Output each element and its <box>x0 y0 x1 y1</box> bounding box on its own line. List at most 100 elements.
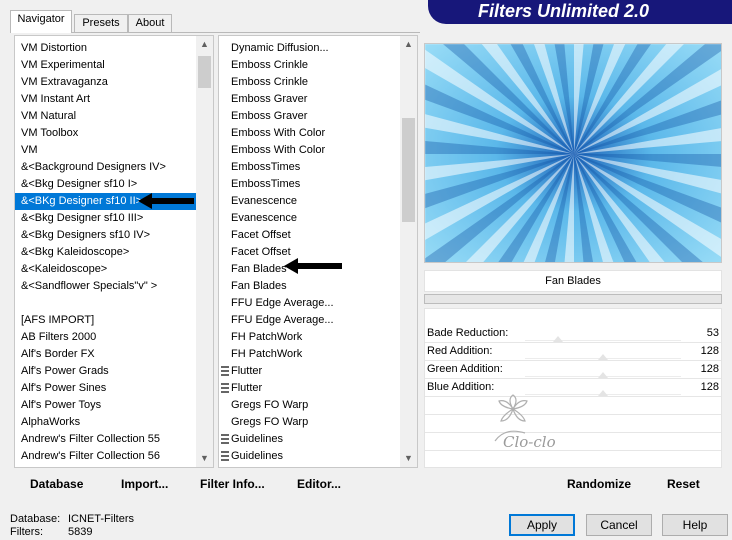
category-item[interactable]: VM <box>15 142 196 159</box>
database-button[interactable]: Database <box>30 477 83 491</box>
editor-button[interactable]: Editor... <box>297 477 341 491</box>
filter-item[interactable]: Gregs FO Warp <box>225 397 400 414</box>
reset-button[interactable]: Reset <box>667 477 700 491</box>
scroll-up-icon[interactable]: ▲ <box>196 36 213 53</box>
category-item[interactable]: VM Extravaganza <box>15 74 196 91</box>
category-item[interactable]: VM Experimental <box>15 57 196 74</box>
param-label: Bade Reduction: <box>427 327 509 339</box>
category-item[interactable]: &<Background Designers IV> <box>15 159 196 176</box>
category-item[interactable]: VM Natural <box>15 108 196 125</box>
category-item[interactable]: VM Distortion <box>15 40 196 57</box>
param-red-addition[interactable]: Red Addition: 128 <box>425 343 721 361</box>
filter-item[interactable]: Emboss With Color <box>225 125 400 142</box>
filter-info-button[interactable]: Filter Info... <box>200 477 265 491</box>
category-item[interactable]: Andrew's Filter Collection 55 <box>15 431 196 448</box>
param-value: 128 <box>700 363 719 375</box>
status-database-value: ICNET-Filters <box>68 513 134 525</box>
filter-item-label: Emboss Crinkle <box>231 76 309 88</box>
progress-bar <box>424 294 722 304</box>
category-item[interactable]: AB Filters 2000 <box>15 329 196 346</box>
randomize-button[interactable]: Randomize <box>567 477 631 491</box>
filter-item[interactable]: EmbossTimes <box>225 176 400 193</box>
category-item[interactable]: &<Bkg Designers sf10 IV> <box>15 227 196 244</box>
watermark-text: Clo-clo <box>503 433 556 451</box>
category-list-items: VM Distortion VM Experimental VM Extravaga… <box>15 36 196 467</box>
slider-track[interactable] <box>525 340 681 341</box>
filter-item[interactable]: Emboss Graver <box>225 108 400 125</box>
scroll-up-icon[interactable]: ▲ <box>400 36 417 53</box>
scroll-down-icon[interactable]: ▼ <box>196 450 213 467</box>
category-item[interactable]: &<Bkg Designer sf10 I> <box>15 176 196 193</box>
param-label: Red Addition: <box>427 345 493 357</box>
filter-item[interactable]: FFU Edge Average... <box>225 312 400 329</box>
category-item[interactable]: Alf's Power Grads <box>15 363 196 380</box>
filter-item-label: Emboss With Color <box>231 144 326 156</box>
slider-thumb[interactable] <box>598 372 608 378</box>
filter-scrollbar[interactable]: ▲ ▼ <box>400 36 417 467</box>
filter-item[interactable]: FH PatchWork <box>225 346 400 363</box>
filter-item-label: Fan Blades <box>231 280 287 292</box>
slider-thumb[interactable] <box>598 390 608 396</box>
param-bade-reduction[interactable]: Bade Reduction: 53 <box>425 325 721 343</box>
filter-item-label: Emboss Crinkle <box>231 59 309 71</box>
category-item[interactable]: Alf's Power Sines <box>15 380 196 397</box>
filter-item-label: Evanescence <box>231 195 298 207</box>
param-green-addition[interactable]: Green Addition: 128 <box>425 361 721 379</box>
filter-item[interactable]: Facet Offset <box>225 227 400 244</box>
filter-item[interactable]: Fan Blades <box>225 278 400 295</box>
filter-item-label: Flutter <box>231 365 263 377</box>
filter-item[interactable]: Flutter <box>221 363 400 380</box>
banner-title: Filters Unlimited 2.0 <box>478 1 650 21</box>
category-item[interactable]: VM Instant Art <box>15 91 196 108</box>
help-button[interactable]: Help <box>662 514 728 536</box>
filter-item[interactable]: Evanescence <box>225 193 400 210</box>
category-item[interactable]: &<Kaleidoscope> <box>15 261 196 278</box>
grip-icon <box>221 366 229 377</box>
filter-item[interactable]: FFU Edge Average... <box>225 295 400 312</box>
scroll-thumb[interactable] <box>402 118 415 222</box>
category-scrollbar[interactable]: ▲ ▼ <box>196 36 213 467</box>
category-item[interactable]: VM Toolbox <box>15 125 196 142</box>
category-item[interactable]: [AFS IMPORT] <box>15 312 196 329</box>
filter-item[interactable]: Evanescence <box>225 210 400 227</box>
scroll-down-icon[interactable]: ▼ <box>400 450 417 467</box>
import-button[interactable]: Import... <box>121 477 168 491</box>
category-item[interactable]: Andrew's Filter Collection 56 <box>15 448 196 465</box>
filter-item-label: Gregs FO Warp <box>231 399 309 411</box>
category-item[interactable]: Alf's Power Toys <box>15 397 196 414</box>
filter-list[interactable]: Dynamic Diffusion... Emboss Crinkle Emboss… <box>218 35 418 468</box>
cancel-button[interactable]: Cancel <box>586 514 652 536</box>
filter-item[interactable]: Emboss Crinkle <box>225 57 400 74</box>
filter-item[interactable]: Gregs FO Warp <box>225 414 400 431</box>
filter-item[interactable]: Emboss With Color <box>225 142 400 159</box>
param-value: 53 <box>706 327 719 339</box>
filter-item[interactable]: Flutter <box>221 380 400 397</box>
category-item[interactable]: &<Sandflower Specials"v" > <box>15 278 196 295</box>
category-item[interactable] <box>15 295 196 312</box>
filter-item[interactable]: EmbossTimes <box>225 159 400 176</box>
filter-item[interactable]: FH PatchWork <box>225 329 400 346</box>
tab-navigator[interactable]: Navigator <box>10 10 72 33</box>
category-item[interactable]: &<Bkg Designer sf10 III> <box>15 210 196 227</box>
category-list[interactable]: VM Distortion VM Experimental VM Extravaga… <box>14 35 214 468</box>
scroll-thumb[interactable] <box>198 56 211 88</box>
category-item[interactable]: Alf's Border FX <box>15 346 196 363</box>
filter-item-label: FFU Edge Average... <box>231 297 334 309</box>
filter-item[interactable]: Guidelines <box>221 431 400 448</box>
filter-name: Fan Blades <box>424 270 722 292</box>
filter-item[interactable]: Guidelines <box>221 448 400 465</box>
category-item[interactable]: AlphaWorks <box>15 414 196 431</box>
preview-image <box>424 43 722 263</box>
category-item[interactable]: &<Bkg Kaleidoscope> <box>15 244 196 261</box>
filter-item[interactable]: Dynamic Diffusion... <box>225 40 400 57</box>
filter-item[interactable]: Emboss Crinkle <box>225 74 400 91</box>
filter-item-label: EmbossTimes <box>231 161 301 173</box>
grip-icon <box>221 434 229 445</box>
tab-presets[interactable]: Presets <box>74 14 128 32</box>
filter-item[interactable]: Emboss Graver <box>225 91 400 108</box>
tab-about[interactable]: About <box>128 14 172 32</box>
apply-button[interactable]: Apply <box>509 514 575 536</box>
slider-thumb[interactable] <box>552 336 563 342</box>
grip-icon <box>221 383 229 394</box>
slider-thumb[interactable] <box>598 354 608 360</box>
